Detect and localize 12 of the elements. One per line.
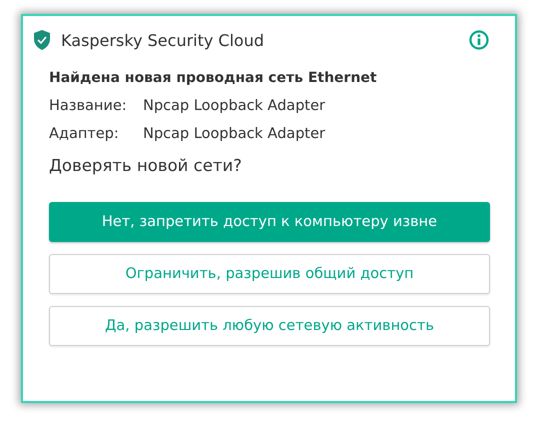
detail-value: Npcap Loopback Adapter	[143, 126, 326, 142]
question-text: Доверять новой сети?	[49, 156, 243, 175]
option-button[interactable]: Ограничить, разрешив общий доступ	[49, 254, 490, 294]
detail-value: Npcap Loopback Adapter	[143, 98, 326, 114]
dialog-heading: Найдена новая проводная сеть Ethernet	[49, 70, 378, 86]
detail-label: Название:	[49, 98, 128, 114]
option-button[interactable]: Да, разрешить любую сетевую активность	[49, 306, 490, 346]
block-access-button[interactable]: Нет, запретить доступ к компьютеру извне	[49, 202, 490, 242]
shield-icon	[33, 30, 51, 50]
window-title: Kaspersky Security Cloud	[61, 30, 266, 50]
detail-label: Адаптер:	[49, 126, 120, 142]
info-icon[interactable]	[469, 30, 489, 50]
